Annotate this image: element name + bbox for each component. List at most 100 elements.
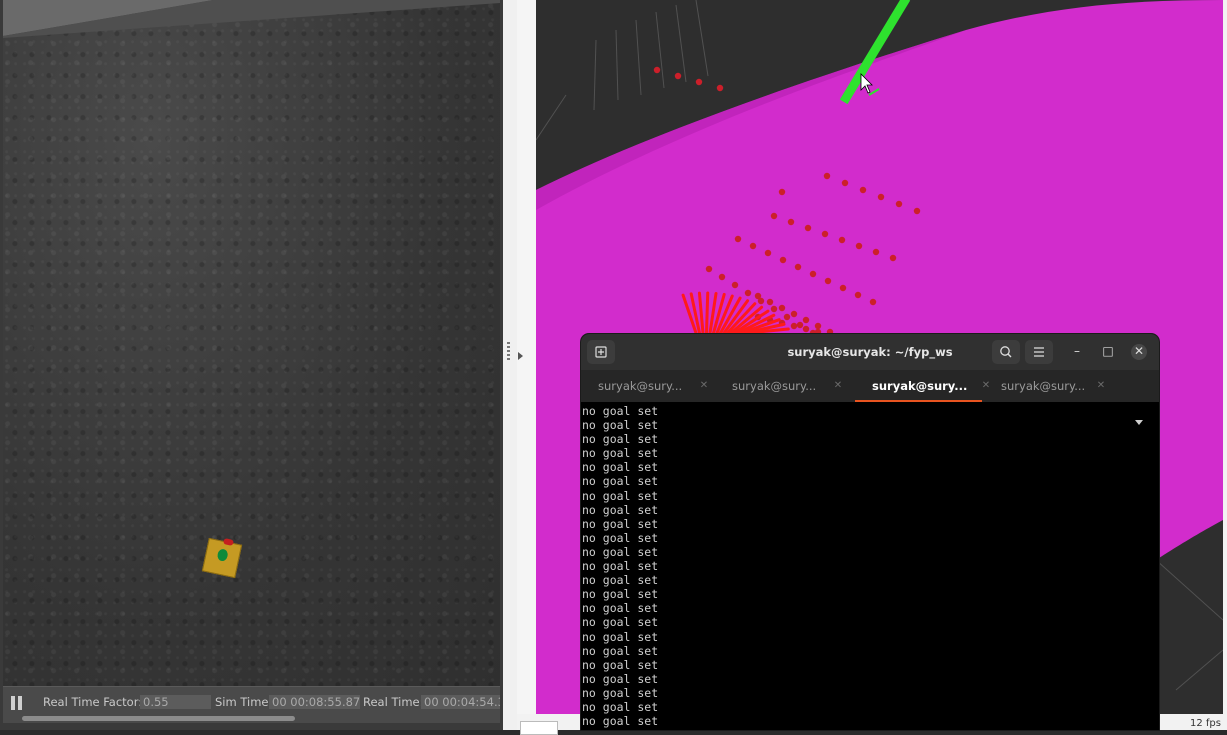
- sim-time-value: 00 00:08:55.878: [269, 695, 360, 709]
- terminal-output-line: no goal set: [582, 516, 659, 531]
- tab-close-icon[interactable]: ✕: [828, 370, 848, 402]
- scan-point: [749, 242, 757, 250]
- scan-point: [731, 281, 739, 289]
- scan-point: [783, 313, 791, 321]
- scan-point: [734, 235, 742, 243]
- scan-point: [754, 292, 762, 300]
- minimize-icon[interactable]: –: [1069, 344, 1085, 360]
- scan-point: [790, 322, 798, 330]
- gazebo-window: Real Time Factor: 0.55 Sim Time: 00 00:0…: [0, 0, 503, 730]
- scan-point: [889, 254, 897, 262]
- rviz-reset-control[interactable]: [520, 721, 558, 735]
- panel-splitter[interactable]: [503, 0, 517, 730]
- splitter-grip[interactable]: [507, 342, 510, 360]
- scan-point: [718, 273, 726, 281]
- terminal-tab-2[interactable]: suryak@sury... ✕: [715, 370, 848, 402]
- terminal-output-line: no goal set: [582, 460, 659, 475]
- scan-point: [716, 84, 724, 92]
- terminal-output-line: no goal set: [582, 714, 659, 729]
- search-glyph: [1000, 346, 1012, 358]
- terminal-output-line: no goal set: [582, 559, 659, 574]
- terminal-output-line: no goal set: [582, 601, 659, 616]
- scan-point: [839, 284, 847, 292]
- scan-point: [841, 179, 849, 187]
- search-icon[interactable]: [992, 340, 1020, 364]
- scan-point: [778, 188, 786, 196]
- gazebo-time-panel: Real Time Factor: 0.55 Sim Time: 00 00:0…: [3, 686, 500, 723]
- terminal-output-line: no goal set: [582, 530, 659, 545]
- scan-point: [869, 298, 877, 306]
- scan-point: [854, 291, 862, 299]
- scan-point: [824, 277, 832, 285]
- scan-point: [855, 242, 863, 250]
- scan-point: [872, 248, 880, 256]
- terminal-output-line: no goal set: [582, 418, 659, 433]
- menu-glyph: [1034, 347, 1044, 357]
- hamburger-menu-icon[interactable]: [1025, 340, 1053, 364]
- real-time-value: 00 00:04:54.31: [421, 695, 500, 709]
- tab-label: suryak@sury...: [1001, 379, 1086, 393]
- gazebo-3d-viewport[interactable]: [3, 0, 500, 686]
- scan-point: [764, 249, 772, 257]
- terminal-output-line: no goal set: [582, 502, 659, 517]
- scan-point: [674, 72, 682, 80]
- scan-point: [913, 207, 921, 215]
- real-time-factor-label: Real Time Factor:: [43, 695, 143, 709]
- scan-point: [778, 304, 786, 312]
- scan-point: [790, 310, 798, 318]
- maximize-icon[interactable]: □: [1100, 344, 1116, 360]
- scan-point: [859, 186, 867, 194]
- terminal-output-line: no goal set: [582, 587, 659, 602]
- terminal-tab-4[interactable]: suryak@sury... ✕: [984, 370, 1117, 402]
- terminal-header-bar[interactable]: suryak@suryak: ~/fyp_ws – □ ✕: [581, 334, 1159, 370]
- terminal-tab-bar: suryak@sury... ✕ suryak@sury... ✕ suryak…: [581, 370, 1159, 425]
- window-edge: [1223, 0, 1227, 730]
- terminal-output-line: no goal set: [582, 671, 659, 686]
- scan-point: [779, 256, 787, 264]
- scan-point: [770, 305, 778, 313]
- terminal-output-line: no goal set: [582, 474, 659, 489]
- terminal-output-line: no goal set: [582, 544, 659, 559]
- scan-point: [653, 66, 661, 74]
- terminal-output-line: no goal set: [582, 615, 659, 630]
- scan-point: [794, 263, 802, 271]
- terminal-output-line: no goal set: [582, 432, 659, 447]
- scan-point: [695, 78, 703, 86]
- scan-point: [895, 200, 903, 208]
- tab-label: suryak@sury...: [732, 379, 817, 393]
- tab-label: suryak@sury...: [872, 379, 968, 393]
- gazebo-wall-edge: [3, 0, 500, 38]
- pause-icon[interactable]: [10, 696, 23, 710]
- scan-point: [814, 322, 822, 330]
- pose-arrow: [705, 291, 710, 335]
- scan-point: [809, 270, 817, 278]
- robot-heading-marker: [222, 538, 234, 546]
- terminal-output-line: no goal set: [582, 685, 659, 700]
- terminal-output-line: no goal set: [582, 404, 659, 418]
- real-time-factor-value: 0.55: [140, 695, 211, 709]
- real-time-label: Real Time:: [363, 695, 424, 709]
- terminal-output[interactable]: no goal set no goal set no goal set no goal…: [581, 404, 1159, 730]
- scan-point: [821, 230, 829, 238]
- terminal-tab-1[interactable]: suryak@sury... ✕: [581, 370, 714, 402]
- terminal-output-line: no goal set: [582, 573, 659, 588]
- expand-arrow-icon[interactable]: [518, 352, 523, 360]
- tab-label: suryak@sury...: [598, 379, 683, 393]
- sim-time-label: Sim Time:: [215, 695, 273, 709]
- robot-model[interactable]: [201, 537, 243, 579]
- tab-close-icon[interactable]: ✕: [694, 370, 714, 402]
- scan-point: [705, 265, 713, 273]
- terminal-output-line: no goal set: [582, 446, 659, 461]
- terminal-tab-3[interactable]: suryak@sury... ✕: [855, 370, 990, 402]
- close-icon[interactable]: ✕: [1131, 344, 1147, 360]
- scan-point: [770, 212, 778, 220]
- tab-close-icon[interactable]: ✕: [1091, 370, 1111, 402]
- terminal-window[interactable]: suryak@suryak: ~/fyp_ws – □ ✕ suryak@sur…: [581, 334, 1159, 730]
- fps-readout: 12 fps: [1190, 718, 1221, 729]
- terminal-output-line: no goal set: [582, 629, 659, 644]
- scan-point: [796, 321, 804, 329]
- robot-sensor-marker: [216, 548, 229, 562]
- terminal-output-line: no goal set: [582, 699, 659, 714]
- horizontal-scrollbar[interactable]: [22, 716, 295, 721]
- scan-point: [802, 325, 810, 333]
